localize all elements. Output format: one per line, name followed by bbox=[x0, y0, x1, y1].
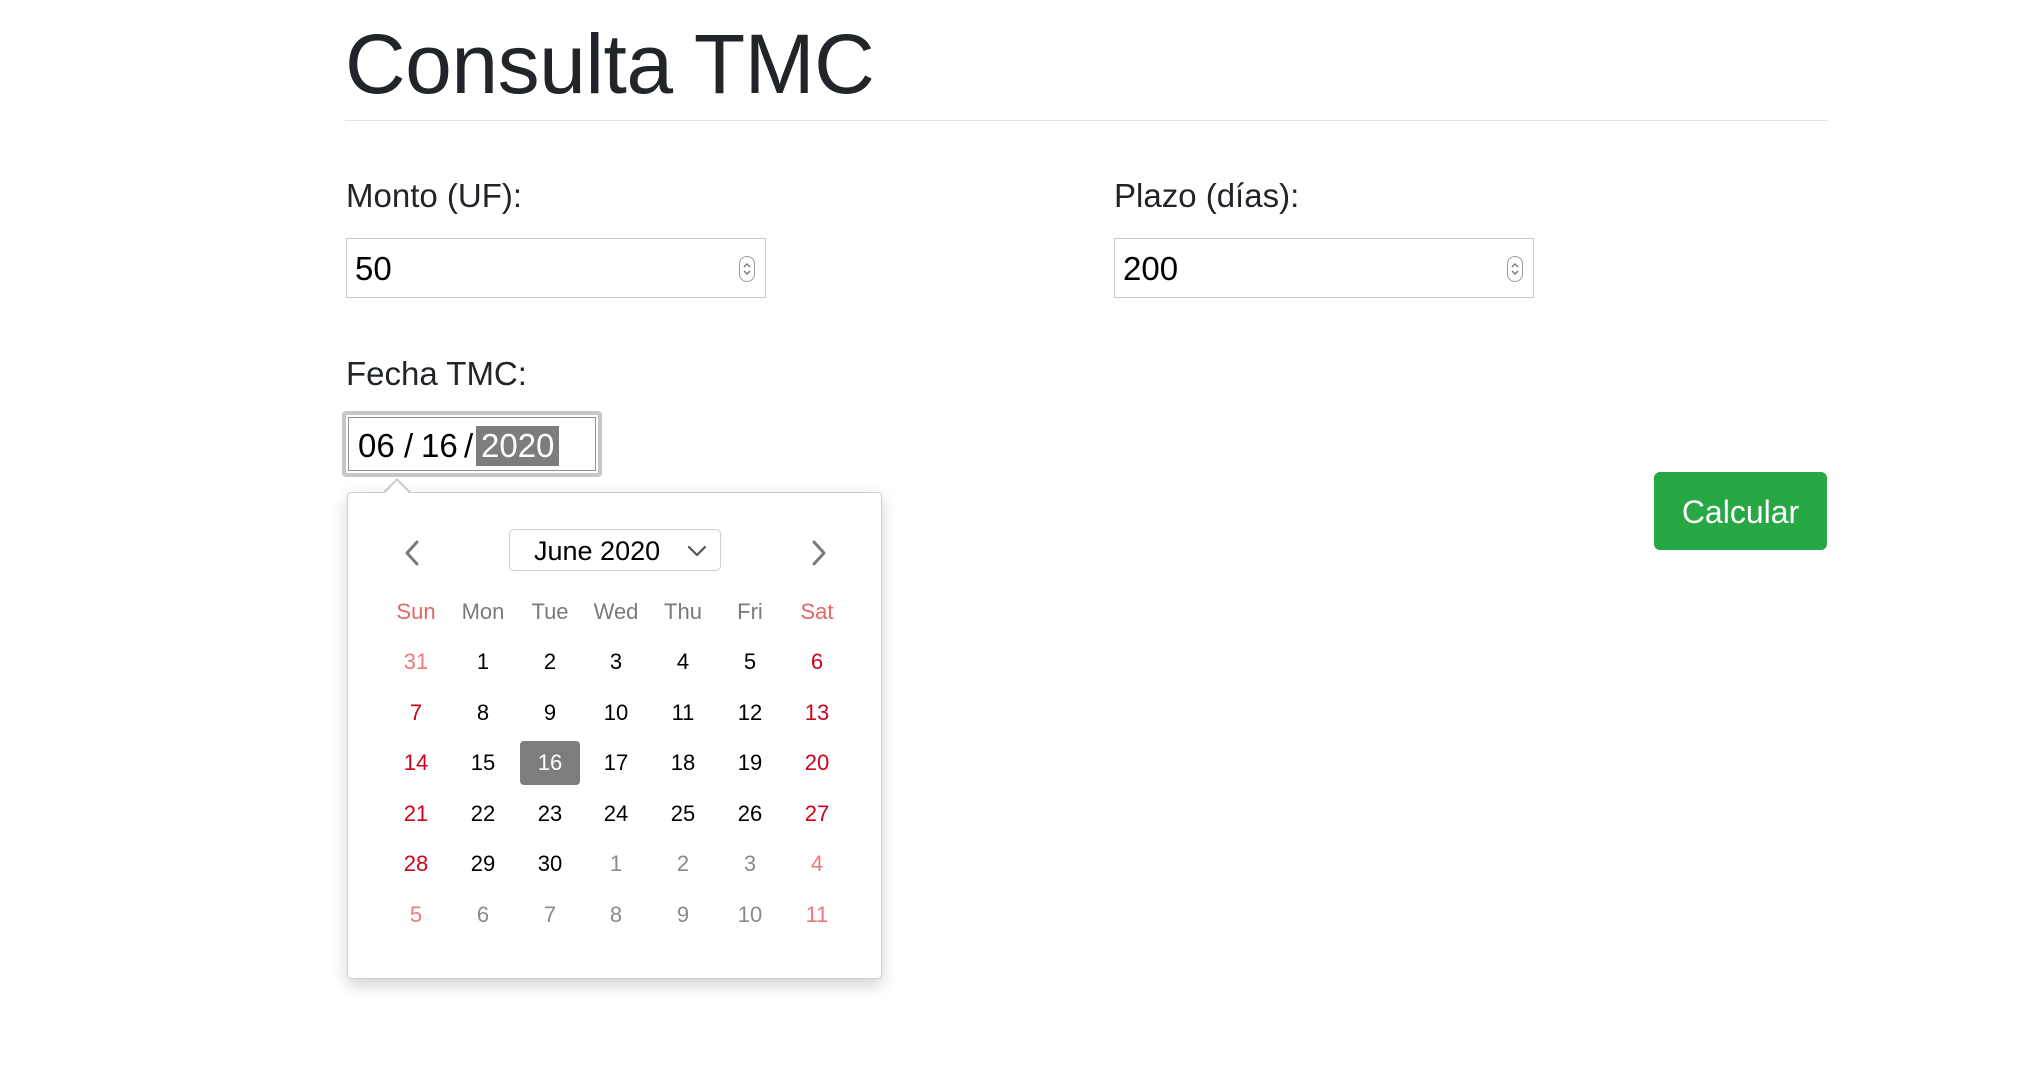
weekday-header: Thu bbox=[664, 599, 702, 624]
fecha-label: Fecha TMC: bbox=[346, 355, 527, 392]
calendar-day[interactable]: 26 bbox=[720, 792, 780, 836]
calendar-day[interactable]: 5 bbox=[386, 893, 446, 937]
calendar-day[interactable]: 24 bbox=[586, 792, 646, 836]
page-title: Consulta TMC bbox=[345, 17, 875, 111]
plazo-value: 200 bbox=[1123, 250, 1179, 287]
calendar-day[interactable]: 7 bbox=[386, 691, 446, 735]
calendar-day[interactable]: 15 bbox=[453, 741, 513, 785]
calendar-day[interactable]: 9 bbox=[520, 691, 580, 735]
calendar-day[interactable]: 22 bbox=[453, 792, 513, 836]
weekday-header: Fri bbox=[737, 599, 763, 624]
date-separator: / bbox=[464, 427, 474, 464]
calendar-day[interactable]: 9 bbox=[653, 893, 713, 937]
weekday-header: Mon bbox=[461, 599, 505, 624]
calcular-button[interactable]: Calcular bbox=[1654, 472, 1827, 550]
title-divider bbox=[345, 120, 1827, 121]
calendar-day[interactable]: 1 bbox=[453, 640, 513, 684]
weekday-header: Wed bbox=[593, 599, 639, 624]
calendar-day[interactable]: 23 bbox=[520, 792, 580, 836]
date-input-inner: 06 / 16 / 2020 bbox=[348, 417, 596, 471]
calendar-day[interactable]: 30 bbox=[520, 842, 580, 886]
calendar-day[interactable]: 10 bbox=[586, 691, 646, 735]
calendar-day[interactable]: 13 bbox=[787, 691, 847, 735]
calendar-day[interactable]: 6 bbox=[787, 640, 847, 684]
weekday-header: Sat bbox=[800, 599, 834, 624]
date-month-segment[interactable]: 06 bbox=[358, 426, 395, 466]
chevron-left-icon bbox=[405, 540, 419, 566]
calendar-day[interactable]: 1 bbox=[586, 842, 646, 886]
calendar-day[interactable]: 27 bbox=[787, 792, 847, 836]
chevron-right-icon bbox=[812, 540, 826, 566]
month-year-select[interactable]: June 2020 bbox=[509, 529, 721, 571]
calendar-day[interactable]: 2 bbox=[653, 842, 713, 886]
plazo-input[interactable]: 200 bbox=[1114, 238, 1534, 298]
calendar-day[interactable]: 3 bbox=[720, 842, 780, 886]
next-month-button[interactable] bbox=[798, 533, 838, 573]
monto-stepper-icon[interactable] bbox=[739, 256, 755, 282]
fecha-date-input[interactable]: 06 / 16 / 2020 bbox=[342, 411, 602, 477]
calendar-day[interactable]: 28 bbox=[386, 842, 446, 886]
monto-value: 50 bbox=[355, 250, 392, 287]
plazo-label: Plazo (días): bbox=[1114, 177, 1300, 214]
calendar-day[interactable]: 4 bbox=[787, 842, 847, 886]
calendar-day[interactable]: 25 bbox=[653, 792, 713, 836]
weekday-header: Tue bbox=[531, 599, 569, 624]
date-year-segment[interactable]: 2020 bbox=[476, 426, 560, 466]
date-separator: / bbox=[404, 427, 414, 464]
calendar-day[interactable]: 5 bbox=[720, 640, 780, 684]
calendar-day[interactable]: 3 bbox=[586, 640, 646, 684]
calendar-day[interactable]: 18 bbox=[653, 741, 713, 785]
calendar-day[interactable]: 11 bbox=[787, 893, 847, 937]
calendar-day[interactable]: 14 bbox=[386, 741, 446, 785]
calendar-day[interactable]: 20 bbox=[787, 741, 847, 785]
calendar-day-selected[interactable]: 16 bbox=[520, 741, 580, 785]
calendar-day[interactable]: 8 bbox=[453, 691, 513, 735]
calendar-day[interactable]: 8 bbox=[586, 893, 646, 937]
date-day-segment[interactable]: 16 bbox=[421, 426, 458, 466]
calendar-day[interactable]: 7 bbox=[520, 893, 580, 937]
calendar-day[interactable]: 21 bbox=[386, 792, 446, 836]
calendar-day[interactable]: 29 bbox=[453, 842, 513, 886]
monto-label: Monto (UF): bbox=[346, 177, 523, 214]
calendar-day[interactable]: 31 bbox=[386, 640, 446, 684]
plazo-stepper-icon[interactable] bbox=[1507, 256, 1523, 282]
calendar-day[interactable]: 12 bbox=[720, 691, 780, 735]
calendar-day[interactable]: 2 bbox=[520, 640, 580, 684]
calendar-day[interactable]: 19 bbox=[720, 741, 780, 785]
calendar-day[interactable]: 17 bbox=[586, 741, 646, 785]
calendar-day[interactable]: 10 bbox=[720, 893, 780, 937]
calendar-day[interactable]: 6 bbox=[453, 893, 513, 937]
page: Consulta TMC Monto (UF): 50 Plazo (días)… bbox=[0, 0, 2036, 1072]
calendar-day[interactable]: 4 bbox=[653, 640, 713, 684]
prev-month-button[interactable] bbox=[393, 533, 433, 573]
calendar-day[interactable]: 11 bbox=[653, 691, 713, 735]
chevron-down-icon bbox=[687, 545, 707, 557]
monto-input[interactable]: 50 bbox=[346, 238, 766, 298]
date-picker-popup: June 2020 Sun Mon Tue Wed Thu Fri Sat 31 1 2 3 4 5 6 7… bbox=[347, 492, 882, 979]
popup-arrow-fill bbox=[384, 481, 410, 494]
weekday-header: Sun bbox=[396, 599, 436, 624]
month-year-label: June 2020 bbox=[534, 536, 661, 566]
